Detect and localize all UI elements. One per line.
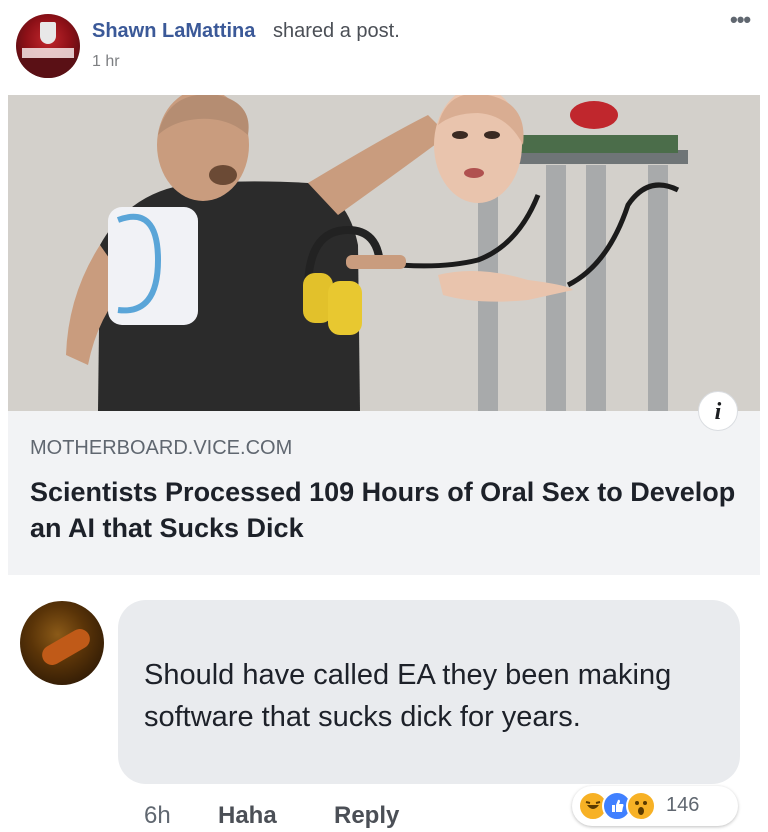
more-horizontal-icon[interactable]: ••• xyxy=(730,7,751,33)
guitar-icon xyxy=(38,625,94,669)
poster-name-link[interactable]: Shawn LaMattina xyxy=(92,20,255,43)
post-header: Shawn LaMattina shared a post. 1 hr ••• xyxy=(0,0,768,95)
reactions-summary[interactable]: 146 xyxy=(572,786,738,826)
comment-timestamp[interactable]: 6h xyxy=(144,802,171,830)
post-timestamp[interactable]: 1 hr xyxy=(92,53,120,71)
comment-text: Should have called EA they been making s… xyxy=(144,659,672,733)
link-preview-card[interactable]: i MOTHERBOARD.VICE.COM Scientists Proces… xyxy=(8,95,760,575)
link-title[interactable]: Scientists Processed 109 Hours of Oral S… xyxy=(30,474,750,546)
reply-button[interactable]: Reply xyxy=(334,802,399,830)
crest-icon xyxy=(40,22,56,44)
wow-icon xyxy=(626,791,656,821)
info-icon[interactable]: i xyxy=(698,391,738,431)
preview-photo-illustration xyxy=(8,95,760,411)
poster-avatar[interactable] xyxy=(16,14,80,78)
link-preview-image[interactable] xyxy=(8,95,760,411)
link-domain: MOTHERBOARD.VICE.COM xyxy=(30,437,293,459)
poster-action-text: shared a post. xyxy=(273,20,400,42)
reaction-count: 146 xyxy=(666,794,700,816)
haha-reaction-button[interactable]: Haha xyxy=(218,802,277,830)
commenter-avatar[interactable] xyxy=(20,601,104,685)
